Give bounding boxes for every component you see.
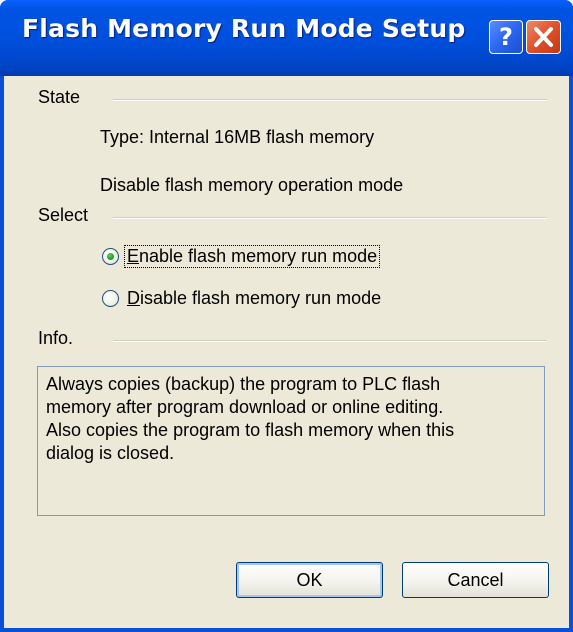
radio-enable-run-mode[interactable]: Enable flash memory run mode xyxy=(102,243,381,269)
cancel-button[interactable]: Cancel xyxy=(402,562,549,598)
info-line: Also copies the program to flash memory … xyxy=(46,420,455,440)
info-line: dialog is closed. xyxy=(46,443,175,463)
select-group-label: Select xyxy=(38,205,89,226)
radio-disable-run-mode[interactable]: Disable flash memory run mode xyxy=(102,285,383,311)
ok-button[interactable]: OK xyxy=(236,562,383,598)
radio-button-selected[interactable] xyxy=(102,247,119,265)
operation-mode-text: Disable flash memory operation mode xyxy=(100,175,404,195)
info-line: memory after program download or online … xyxy=(46,397,444,417)
info-line: Always copies (backup) the program to PL… xyxy=(46,374,441,394)
state-divider xyxy=(113,99,547,101)
close-icon xyxy=(534,27,553,47)
title-bar[interactable]: Flash Memory Run Mode Setup ? xyxy=(0,0,573,76)
info-group-label: Info. xyxy=(38,328,74,349)
help-button[interactable]: ? xyxy=(489,20,523,54)
help-icon: ? xyxy=(499,23,513,51)
radio-selected-dot xyxy=(107,252,114,260)
radio-button-unselected[interactable] xyxy=(102,289,119,307)
radio-enable-label: Enable flash memory run mode xyxy=(123,244,381,268)
radio-disable-label: Disable flash memory run mode xyxy=(127,287,382,308)
info-text-box: Always copies (backup) the program to PL… xyxy=(37,366,545,516)
flash-type-text: Type: Internal 16MB flash memory xyxy=(100,127,375,147)
state-group-label: State xyxy=(38,87,81,108)
dialog-body: State Type: Internal 16MB flash memory D… xyxy=(4,76,569,628)
info-divider xyxy=(113,340,547,342)
window-title: Flash Memory Run Mode Setup xyxy=(22,14,466,43)
dialog-window: Flash Memory Run Mode Setup ? State Type… xyxy=(0,0,573,632)
select-divider xyxy=(113,217,547,219)
close-button[interactable] xyxy=(526,20,561,54)
